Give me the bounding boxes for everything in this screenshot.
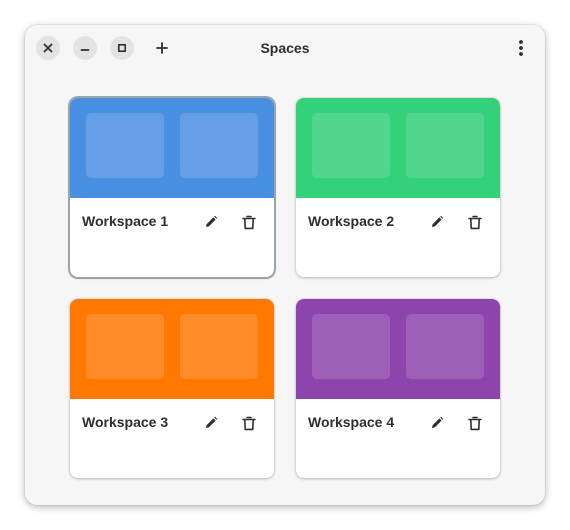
main-menu-button[interactable] <box>509 36 533 60</box>
workspace-card[interactable]: Workspace 1 <box>70 98 274 277</box>
edit-workspace-button[interactable] <box>200 211 222 233</box>
minimize-icon <box>80 49 90 51</box>
edit-workspace-button[interactable] <box>426 211 448 233</box>
window-thumbnail <box>180 113 258 178</box>
window-thumbnail <box>180 314 258 379</box>
window-title: Spaces <box>260 40 310 56</box>
workspace-name: Workspace 2 <box>308 213 395 229</box>
workspace-preview <box>70 299 274 399</box>
delete-workspace-button[interactable] <box>464 412 486 434</box>
pencil-icon <box>432 416 444 428</box>
trash-icon <box>468 416 482 430</box>
delete-workspace-button[interactable] <box>238 211 260 233</box>
edit-workspace-button[interactable] <box>426 412 448 434</box>
workspace-preview <box>70 98 274 198</box>
trash-icon <box>468 215 482 229</box>
trash-icon <box>242 416 256 430</box>
maximize-button[interactable] <box>110 36 134 60</box>
kebab-menu-icon <box>519 40 523 56</box>
window-thumbnail <box>406 314 484 379</box>
trash-icon <box>242 215 256 229</box>
window-thumbnail <box>86 113 164 178</box>
delete-workspace-button[interactable] <box>238 412 260 434</box>
workspace-card[interactable]: Workspace 2 <box>296 98 500 277</box>
window-thumbnail <box>312 113 390 178</box>
workspace-card[interactable]: Workspace 3 <box>70 299 274 478</box>
close-icon <box>43 43 53 53</box>
window-thumbnail <box>86 314 164 379</box>
workspace-card[interactable]: Workspace 4 <box>296 299 500 478</box>
pencil-icon <box>206 416 218 428</box>
window-thumbnail <box>406 113 484 178</box>
pencil-icon <box>432 215 444 227</box>
titlebar: Spaces <box>25 25 545 71</box>
window-thumbnail <box>312 314 390 379</box>
plus-icon <box>156 42 168 54</box>
add-workspace-button[interactable] <box>150 36 174 60</box>
workspace-preview <box>296 299 500 399</box>
pencil-icon <box>206 215 218 227</box>
workspace-name: Workspace 4 <box>308 414 395 430</box>
minimize-button[interactable] <box>73 36 97 60</box>
workspace-preview <box>296 98 500 198</box>
workspace-name: Workspace 3 <box>82 414 169 430</box>
delete-workspace-button[interactable] <box>464 211 486 233</box>
maximize-icon <box>117 43 127 53</box>
workspace-name: Workspace 1 <box>82 213 169 229</box>
spaces-window: Spaces Workspace 1 Workspace 2 Workspace… <box>25 25 545 505</box>
edit-workspace-button[interactable] <box>200 412 222 434</box>
close-button[interactable] <box>36 36 60 60</box>
